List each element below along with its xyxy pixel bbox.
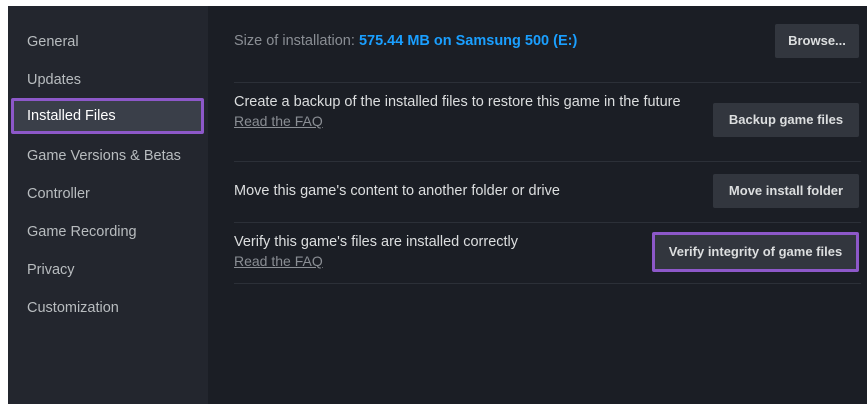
sidebar: General Updates Installed Files Game Ver…: [8, 6, 208, 404]
properties-window: General Updates Installed Files Game Ver…: [8, 6, 867, 404]
size-value[interactable]: 575.44 MB on Samsung 500 (E:): [359, 33, 577, 49]
verify-text: Verify this game's files are installed c…: [234, 234, 519, 250]
backup-game-files-button[interactable]: Backup game files: [713, 103, 859, 137]
sidebar-item-general[interactable]: General: [11, 24, 204, 60]
sidebar-item-controller[interactable]: Controller: [11, 176, 204, 212]
sidebar-item-customization[interactable]: Customization: [11, 290, 204, 326]
sidebar-item-game-recording[interactable]: Game Recording: [11, 214, 204, 250]
backup-text: Create a backup of the installed files t…: [234, 94, 681, 110]
backup-description: Create a backup of the installed files t…: [234, 93, 684, 131]
size-of-installation: Size of installation: 575.44 MB on Samsu…: [234, 32, 577, 51]
backup-row: Create a backup of the installed files t…: [234, 83, 861, 162]
sidebar-item-installed-files[interactable]: Installed Files: [11, 98, 204, 134]
verify-row: Verify this game's files are installed c…: [234, 223, 861, 284]
sidebar-item-updates[interactable]: Updates: [11, 62, 204, 98]
browse-button[interactable]: Browse...: [775, 24, 859, 58]
move-text: Move this game's content to another fold…: [234, 183, 560, 199]
verify-description: Verify this game's files are installed c…: [234, 233, 518, 271]
verify-faq-link[interactable]: Read the FAQ: [234, 252, 518, 271]
sidebar-item-game-versions-betas[interactable]: Game Versions & Betas: [11, 138, 204, 174]
size-row: Size of installation: 575.44 MB on Samsu…: [234, 6, 861, 83]
backup-faq-link[interactable]: Read the FAQ: [234, 112, 684, 131]
size-label: Size of installation:: [234, 33, 355, 49]
installed-files-panel: Size of installation: 575.44 MB on Samsu…: [234, 6, 861, 404]
sidebar-item-privacy[interactable]: Privacy: [11, 252, 204, 288]
move-row: Move this game's content to another fold…: [234, 162, 861, 223]
move-install-folder-button[interactable]: Move install folder: [713, 174, 859, 208]
verify-integrity-button[interactable]: Verify integrity of game files: [652, 232, 859, 272]
